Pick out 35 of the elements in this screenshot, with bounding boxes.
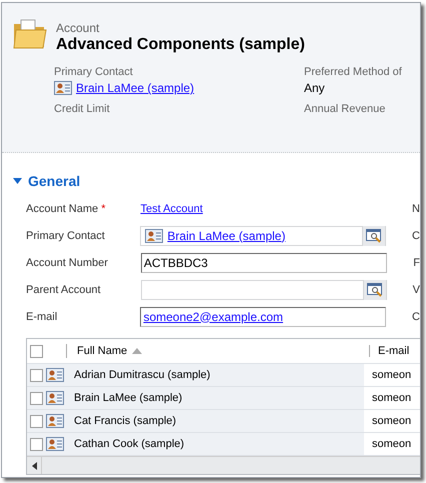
entity-type-label: Account	[56, 21, 100, 35]
table-cell-text: Brain LaMee (sample)	[73, 391, 184, 406]
field-value: Any	[304, 81, 325, 95]
field-label: E-mail	[26, 310, 58, 322]
field-label: Annual Revenue	[304, 103, 386, 115]
field-label: Credit Limit	[54, 103, 111, 115]
field-label: C	[412, 310, 420, 322]
field-label: Account Number	[26, 256, 108, 268]
required-mark: *	[101, 202, 106, 214]
contact-link[interactable]: Brain LaMee (sample)	[167, 228, 358, 242]
field-label: Primary Contact	[26, 230, 105, 242]
table-cell-text: Cathan Cook (sample)	[73, 437, 186, 452]
field-label: N	[412, 202, 420, 214]
contact-link[interactable]: Brain LaMee (sample)	[76, 81, 194, 95]
column-header[interactable]: E-mail	[378, 345, 410, 357]
lookup-field[interactable]: Brain LaMee (sample)	[140, 226, 386, 246]
table-cell: someon	[364, 433, 420, 455]
table-cell: someon	[364, 410, 420, 432]
table-cell-text: Cat Francis (sample)	[73, 414, 178, 429]
table-cell: someon	[364, 364, 420, 386]
account-name-link[interactable]: Test Account	[140, 202, 203, 214]
field-label: Parent Account	[26, 284, 101, 296]
table-cell-text: Adrian Dumitrascu (sample)	[73, 368, 212, 383]
field-label: Account Name	[26, 202, 98, 214]
section-title[interactable]: General	[28, 173, 80, 189]
field-label: F	[413, 256, 420, 268]
field-label: Primary Contact	[54, 66, 134, 78]
field-label: Preferred Method of	[304, 66, 403, 78]
table-cell: someon	[364, 387, 420, 409]
record-title: Advanced Components (sample)	[56, 36, 305, 54]
field-label: C	[412, 230, 420, 242]
column-header[interactable]: Full Name	[77, 345, 128, 357]
field-label: V	[412, 284, 420, 296]
input-field[interactable]: someone2@example.com	[140, 306, 386, 326]
input-field[interactable]: ACTBBDC3	[140, 252, 388, 272]
